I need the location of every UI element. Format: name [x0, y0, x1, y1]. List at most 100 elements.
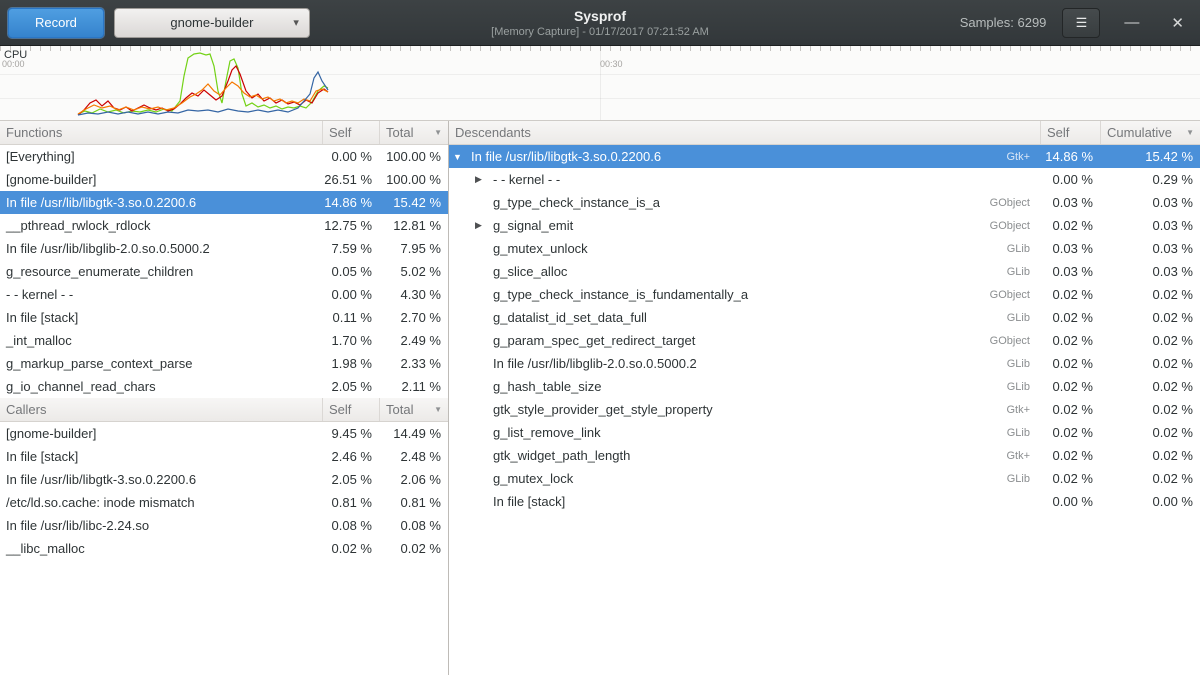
library-badge: GLib — [1007, 266, 1040, 278]
table-row[interactable]: In file /usr/lib/libglib-2.0.so.0.5000.2… — [0, 237, 448, 260]
function-name: [gnome-builder] — [0, 426, 322, 441]
column-header-total[interactable]: Total ▼ — [379, 121, 448, 144]
table-row[interactable]: __libc_malloc0.02 %0.02 % — [0, 537, 448, 560]
tree-row[interactable]: g_hash_table_sizeGLib0.02 %0.02 % — [449, 375, 1200, 398]
table-row[interactable]: [gnome-builder]26.51 %100.00 % — [0, 168, 448, 191]
column-header-total-label: Total — [386, 402, 413, 417]
process-selector-dropdown[interactable]: gnome-builder ▾ — [114, 8, 310, 38]
column-header-self[interactable]: Self — [322, 398, 379, 421]
column-header-cumulative-label: Cumulative — [1107, 125, 1172, 140]
tree-row[interactable]: ▶- - kernel - -0.00 %0.29 % — [449, 168, 1200, 191]
column-header-functions[interactable]: Functions — [0, 121, 322, 144]
table-row[interactable]: [Everything]0.00 %100.00 % — [0, 145, 448, 168]
expander-icon[interactable]: ▼ — [453, 152, 471, 162]
expander-icon[interactable]: ▶ — [475, 220, 493, 231]
self-percent: 0.03 % — [1040, 264, 1100, 279]
self-percent: 0.02 % — [1040, 310, 1100, 325]
expander-icon[interactable]: ▶ — [475, 174, 493, 185]
table-row[interactable]: g_resource_enumerate_children0.05 %5.02 … — [0, 260, 448, 283]
chevron-down-icon: ▾ — [293, 16, 299, 29]
table-row[interactable]: - - kernel - -0.00 %4.30 % — [0, 283, 448, 306]
library-badge: GLib — [1007, 312, 1040, 324]
function-name: In file /usr/lib/libgtk-3.so.0.2200.6 — [0, 195, 322, 210]
tree-row[interactable]: In file /usr/lib/libglib-2.0.so.0.5000.2… — [449, 352, 1200, 375]
table-row[interactable]: g_io_channel_read_chars2.05 %2.11 % — [0, 375, 448, 398]
sort-descending-icon: ▼ — [1186, 128, 1194, 137]
tree-row[interactable]: ▶g_signal_emitGObject0.02 %0.03 % — [449, 214, 1200, 237]
tree-cell: g_mutex_unlock — [449, 241, 1007, 256]
tree-cell: g_hash_table_size — [449, 379, 1007, 394]
total-percent: 2.49 % — [379, 333, 448, 348]
sort-descending-icon: ▼ — [434, 405, 442, 414]
table-row[interactable]: In file [stack]2.46 %2.48 % — [0, 445, 448, 468]
function-name: In file /usr/lib/libglib-2.0.so.0.5000.2 — [0, 241, 322, 256]
table-row[interactable]: In file /usr/lib/libc-2.24.so0.08 %0.08 … — [0, 514, 448, 537]
tree-cell: ▶- - kernel - - — [449, 172, 1030, 187]
cumulative-percent: 0.03 % — [1100, 218, 1200, 233]
total-percent: 2.70 % — [379, 310, 448, 325]
tree-row[interactable]: g_param_spec_get_redirect_targetGObject0… — [449, 329, 1200, 352]
cumulative-percent: 0.00 % — [1100, 494, 1200, 509]
function-name: g_markup_parse_context_parse — [0, 356, 322, 371]
time-label-mid: 00:30 — [600, 59, 623, 69]
tree-cell: gtk_style_provider_get_style_property — [449, 402, 1006, 417]
self-percent: 1.98 % — [322, 356, 379, 371]
column-header-descendants[interactable]: Descendants — [449, 121, 1040, 144]
table-row[interactable]: __pthread_rwlock_rdlock12.75 %12.81 % — [0, 214, 448, 237]
menu-button[interactable]: ☰ — [1062, 8, 1100, 38]
tree-row[interactable]: g_type_check_instance_is_fundamentally_a… — [449, 283, 1200, 306]
cumulative-percent: 0.02 % — [1100, 356, 1200, 371]
column-header-self[interactable]: Self — [1040, 121, 1100, 144]
cumulative-percent: 0.02 % — [1100, 287, 1200, 302]
main-content: Functions Self Total ▼ [Everything]0.00 … — [0, 121, 1200, 675]
function-name: g_mutex_unlock — [493, 241, 588, 256]
table-row[interactable]: In file [stack]0.11 %2.70 % — [0, 306, 448, 329]
self-percent: 12.75 % — [322, 218, 379, 233]
table-row[interactable]: In file /usr/lib/libgtk-3.so.0.2200.614.… — [0, 191, 448, 214]
tree-row[interactable]: gtk_style_provider_get_style_propertyGtk… — [449, 398, 1200, 421]
tree-row[interactable]: g_mutex_lockGLib0.02 %0.02 % — [449, 467, 1200, 490]
descendants-table: ▼In file /usr/lib/libgtk-3.so.0.2200.6Gt… — [449, 145, 1200, 513]
total-percent: 14.49 % — [379, 426, 448, 441]
tree-row[interactable]: g_mutex_unlockGLib0.03 %0.03 % — [449, 237, 1200, 260]
minimize-button[interactable]: — — [1116, 14, 1147, 31]
functions-table: [Everything]0.00 %100.00 %[gnome-builder… — [0, 145, 448, 398]
self-percent: 0.11 % — [322, 310, 379, 325]
library-badge: Gtk+ — [1006, 151, 1040, 163]
table-row[interactable]: In file /usr/lib/libgtk-3.so.0.2200.62.0… — [0, 468, 448, 491]
column-header-callers[interactable]: Callers — [0, 398, 322, 421]
library-badge: GLib — [1007, 243, 1040, 255]
self-percent: 9.45 % — [322, 426, 379, 441]
column-header-total[interactable]: Total ▼ — [379, 398, 448, 421]
total-percent: 2.11 % — [379, 379, 448, 394]
tree-row[interactable]: gtk_widget_path_lengthGtk+0.02 %0.02 % — [449, 444, 1200, 467]
self-percent: 0.02 % — [1040, 448, 1100, 463]
tree-row[interactable]: g_datalist_id_set_data_fullGLib0.02 %0.0… — [449, 306, 1200, 329]
self-percent: 2.05 % — [322, 472, 379, 487]
tree-row[interactable]: g_slice_allocGLib0.03 %0.03 % — [449, 260, 1200, 283]
tree-row[interactable]: g_type_check_instance_is_aGObject0.03 %0… — [449, 191, 1200, 214]
table-row[interactable]: _int_malloc1.70 %2.49 % — [0, 329, 448, 352]
function-name: __pthread_rwlock_rdlock — [0, 218, 322, 233]
table-row[interactable]: g_markup_parse_context_parse1.98 %2.33 % — [0, 352, 448, 375]
function-name: - - kernel - - — [493, 172, 560, 187]
function-name: g_type_check_instance_is_a — [493, 195, 660, 210]
total-percent: 12.81 % — [379, 218, 448, 233]
column-header-self[interactable]: Self — [322, 121, 379, 144]
close-button[interactable]: ✕ — [1163, 14, 1192, 32]
column-header-cumulative[interactable]: Cumulative ▼ — [1100, 121, 1200, 144]
table-row[interactable]: /etc/ld.so.cache: inode mismatch0.81 %0.… — [0, 491, 448, 514]
tree-row[interactable]: In file [stack]0.00 %0.00 % — [449, 490, 1200, 513]
tree-row[interactable]: g_list_remove_linkGLib0.02 %0.02 % — [449, 421, 1200, 444]
self-percent: 1.70 % — [322, 333, 379, 348]
self-percent: 0.00 % — [322, 287, 379, 302]
self-percent: 2.05 % — [322, 379, 379, 394]
self-percent: 0.02 % — [1040, 218, 1100, 233]
table-row[interactable]: [gnome-builder]9.45 %14.49 % — [0, 422, 448, 445]
record-button[interactable]: Record — [8, 8, 104, 38]
library-badge: GLib — [1007, 358, 1040, 370]
cpu-graph[interactable]: CPU 00:00 00:30 — [0, 46, 1200, 121]
cumulative-percent: 0.29 % — [1100, 172, 1200, 187]
tree-cell: gtk_widget_path_length — [449, 448, 1006, 463]
tree-row[interactable]: ▼In file /usr/lib/libgtk-3.so.0.2200.6Gt… — [449, 145, 1200, 168]
